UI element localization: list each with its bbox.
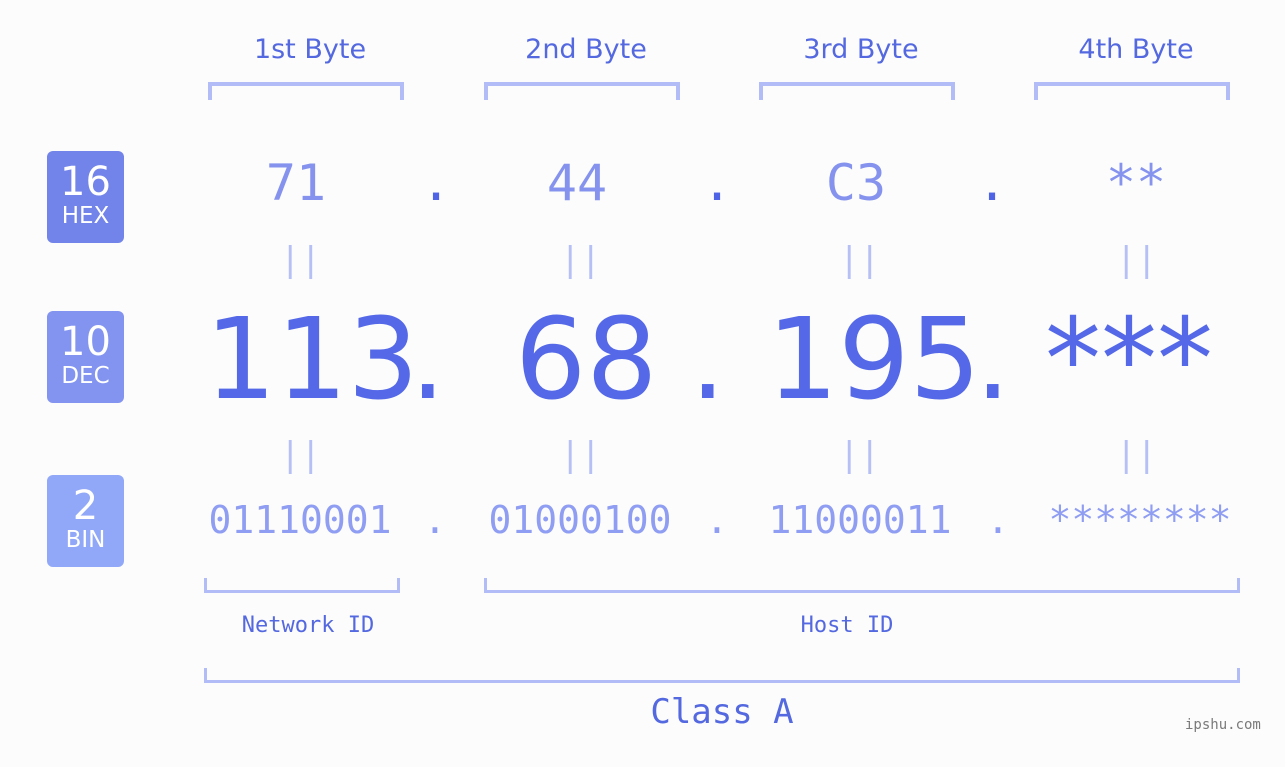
equals-sign: || (1116, 240, 1157, 280)
byte-bracket-2 (484, 82, 680, 100)
watermark: ipshu.com (1185, 717, 1261, 733)
host-id-label: Host ID (800, 613, 894, 638)
bin-byte-4: ******** (1048, 498, 1232, 542)
equals-sign: || (280, 435, 321, 475)
byte-header-1: 1st Byte (253, 34, 367, 65)
byte-bracket-3 (759, 82, 955, 100)
dec-badge-label: DEC (61, 363, 110, 389)
dec-byte-1: 113 (205, 295, 419, 425)
network-id-bracket (204, 578, 400, 593)
hex-badge: 16 HEX (47, 151, 124, 243)
byte-header-2: 2nd Byte (525, 34, 647, 65)
equals-sign: || (839, 435, 880, 475)
byte-header-3: 3rd Byte (803, 34, 919, 65)
equals-sign: || (1116, 435, 1157, 475)
bin-badge: 2 BIN (47, 475, 124, 567)
hex-byte-4: ** (1105, 154, 1167, 212)
dec-badge-number: 10 (60, 319, 111, 365)
dec-dot-2: . (690, 295, 726, 425)
host-id-bracket (484, 578, 1240, 593)
dec-byte-2: 68 (515, 295, 658, 425)
bin-badge-number: 2 (72, 483, 99, 529)
dec-byte-4: *** (1045, 295, 1213, 425)
byte-bracket-1 (208, 82, 404, 100)
hex-badge-label: HEX (61, 203, 110, 229)
equals-sign: || (280, 240, 321, 280)
equals-sign: || (839, 240, 880, 280)
dec-dot-3: . (975, 295, 1011, 425)
dec-badge: 10 DEC (47, 311, 124, 403)
network-id-label: Network ID (241, 613, 375, 638)
equals-sign: || (560, 435, 601, 475)
hex-badge-number: 16 (60, 159, 111, 205)
class-bracket (204, 668, 1240, 683)
bin-badge-label: BIN (65, 527, 106, 553)
class-label: Class A (650, 692, 794, 732)
equals-sign: || (560, 240, 601, 280)
dec-dot-1: . (410, 295, 446, 425)
byte-header-4: 4th Byte (1078, 34, 1194, 65)
dec-byte-3: 195 (767, 295, 981, 425)
byte-bracket-4 (1034, 82, 1230, 100)
